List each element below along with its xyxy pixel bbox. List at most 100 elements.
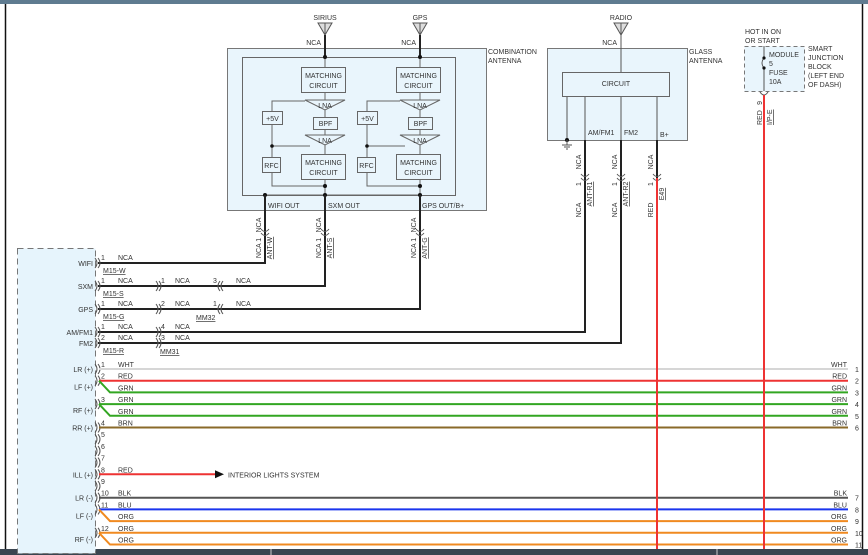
right-pin-label: 2 — [855, 379, 859, 386]
circuit-label: WIFI — [78, 261, 93, 268]
combination-antenna-title: COMBINATION — [488, 49, 537, 56]
wire-color-label: NCA — [118, 301, 133, 308]
wire-color-label: ORG — [118, 526, 134, 533]
svg-text:BLOCK: BLOCK — [808, 64, 832, 71]
svg-text:NCA: NCA — [401, 40, 416, 47]
svg-text:SMART: SMART — [808, 46, 833, 53]
connector-id: ANT-W — [267, 236, 274, 259]
circuit-label: LF (+) — [74, 385, 93, 392]
gps-antenna-icon: GPS — [412, 15, 428, 36]
wire-color-label: RED — [118, 374, 133, 381]
connector-id: M15-S — [103, 291, 124, 298]
connector-icon — [94, 433, 101, 445]
wifi-out-label: WIFI OUT — [268, 203, 300, 210]
svg-text:GPS: GPS — [413, 15, 428, 22]
connector-id: ANT-R2 — [623, 181, 630, 206]
pin-label: 5 — [101, 432, 105, 439]
gps-out-label: GPS OUT/B+ — [422, 203, 464, 210]
svg-text:RFC: RFC — [359, 163, 373, 170]
svg-text:BPF: BPF — [414, 121, 428, 128]
harness-row: 6 — [94, 444, 105, 457]
wire-color-label: RED — [118, 467, 133, 474]
svg-text:RFC: RFC — [264, 163, 278, 170]
svg-text:MODULE: MODULE — [769, 52, 799, 59]
connector-id: ANT-G — [422, 237, 429, 258]
wire-color-label: ORG — [831, 514, 847, 521]
wire-color-label: BLU — [118, 502, 132, 509]
pin-label: 8 — [101, 467, 105, 474]
smart-junction-block: HOT IN ON OR START MODULE 5 FUSE 10A SMA… — [744, 29, 844, 549]
wire-color-label: GRN — [118, 409, 134, 416]
pin-label: 3 — [101, 397, 105, 404]
harness-row: LR (+) 1 WHT WHT 1 — [73, 362, 859, 375]
wire-color-label: BLU — [833, 502, 847, 509]
wire-color-label: ORG — [831, 538, 847, 545]
circuit-label: ILL (+) — [73, 472, 93, 479]
right-pin-label: 9 — [855, 519, 859, 526]
wire-color-label: NCA — [576, 154, 583, 169]
pin-label: NCA 1 — [411, 238, 418, 258]
pin-label: 1 — [161, 278, 165, 285]
wire-color-label: BRN — [832, 421, 847, 428]
sirius-antenna-icon: SIRIUS — [313, 15, 337, 36]
svg-text:+5V: +5V — [266, 116, 279, 123]
svg-text:JUNCTION: JUNCTION — [808, 55, 843, 62]
pin-label: 1 — [101, 324, 105, 331]
pin-label: 1 — [101, 278, 105, 285]
svg-text:CIRCUIT: CIRCUIT — [602, 81, 631, 88]
destination-label: INTERIOR LIGHTS SYSTEM — [228, 472, 320, 479]
wire-color-label: NCA — [576, 202, 583, 217]
svg-text:HOT IN ON: HOT IN ON — [745, 29, 781, 36]
wire-color-label: BLK — [834, 491, 848, 498]
connector-id: M15-R — [103, 348, 124, 355]
wire-color-label: GRN — [118, 397, 134, 404]
circuit-label: LR (+) — [73, 367, 93, 374]
pin-label: 2 — [161, 301, 165, 308]
svg-text:9: 9 — [757, 101, 764, 105]
wiring-diagram: COMBINATION ANTENNA SIRIUS GPS NCA NCA M… — [0, 0, 868, 555]
wire-color-label: GRN — [831, 409, 847, 416]
right-pin-label: 1 — [855, 367, 859, 374]
wire-color-label: NCA — [175, 301, 190, 308]
pin-label: 3 — [161, 335, 165, 342]
pin-label: 1 — [612, 182, 619, 186]
pin-label: 1 — [648, 182, 655, 186]
pin-label: 1 — [101, 301, 105, 308]
antenna-row: SXM 1 NCA M15-S 1 NCA 3 NCA — [78, 278, 251, 298]
svg-text:NCA: NCA — [306, 40, 321, 47]
pin-label: 1 — [576, 182, 583, 186]
pin-label: 2 — [101, 335, 105, 342]
wire-color-label: NCA — [612, 202, 619, 217]
pin-label: 4 — [101, 421, 105, 428]
harness-row: 5 — [94, 432, 105, 445]
wire-color-label: NCA — [118, 255, 133, 262]
combination-antenna-title: ANTENNA — [488, 58, 522, 65]
wire-color-label: BLK — [118, 491, 132, 498]
svg-text:CIRCUIT: CIRCUIT — [309, 83, 338, 90]
connector-id: MM31 — [160, 349, 180, 356]
wire-color-label: NCA — [175, 335, 190, 342]
connector-id: ANT-S — [327, 237, 334, 258]
harness-row: ORG ORG 9 — [98, 508, 859, 526]
harness-row: LF (-) 11 BLU BLU 8 — [76, 502, 859, 520]
circuit-label: RF (+) — [73, 408, 93, 415]
radio-antenna-icon: RADIO — [610, 15, 633, 36]
wire-color-label: NCA — [236, 301, 251, 308]
pin-label: 12 — [101, 526, 109, 533]
pin-label: 2 — [101, 374, 105, 381]
wire-color-label: NCA — [175, 278, 190, 285]
svg-text:OR START: OR START — [745, 38, 780, 45]
combination-antenna-wires: NCA NCA 1 ANT-W NCA NCA 1 ANT-S NCA NCA 1 ANT-G — [98, 195, 429, 310]
svg-text:LNA: LNA — [318, 138, 332, 145]
pin-label: 9 — [101, 479, 105, 486]
harness-row: LF (+) 2 RED RED 2 — [74, 374, 859, 392]
svg-text:MATCHING: MATCHING — [305, 160, 342, 167]
svg-text:+5V: +5V — [361, 116, 374, 123]
wire — [98, 508, 848, 523]
wire-color-label: GRN — [831, 385, 847, 392]
arrow-icon — [215, 470, 224, 479]
harness-row: ILL (+) 8 RED INTERIOR LIGHTS SYSTEM — [73, 467, 320, 480]
right-pin-label: 6 — [855, 426, 859, 433]
wire — [98, 532, 848, 546]
harness-row: GRN GRN 5 — [98, 403, 859, 421]
